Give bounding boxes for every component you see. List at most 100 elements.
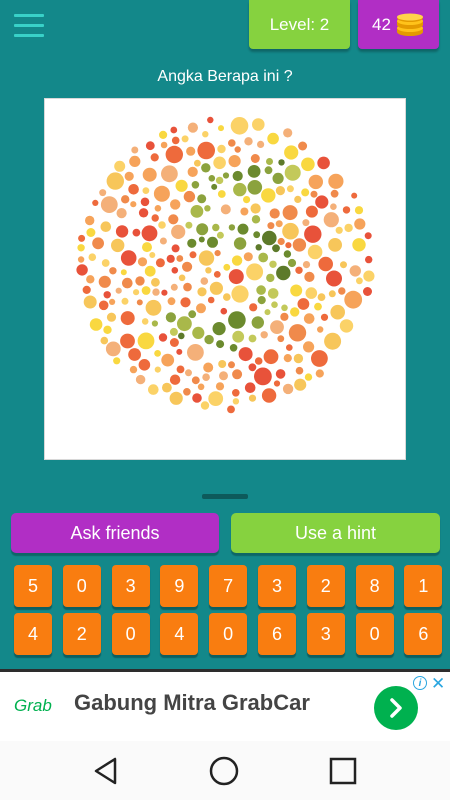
plate-dot <box>275 186 285 196</box>
back-nav-button[interactable] <box>88 753 124 789</box>
digit-key[interactable]: 2 <box>62 613 101 655</box>
plate-dot <box>109 298 116 305</box>
plate-dot <box>106 312 117 322</box>
plate-dot <box>315 369 324 378</box>
plate-dot <box>351 192 358 199</box>
recents-nav-button[interactable] <box>325 753 361 789</box>
coins-badge[interactable]: 42 <box>358 0 439 49</box>
plate-dot <box>213 271 221 278</box>
plate-dot <box>203 362 214 373</box>
plate-dot <box>217 144 226 154</box>
plate-dot <box>188 310 197 319</box>
plate-dot <box>158 333 168 342</box>
plate-dot <box>227 405 235 414</box>
plate-dot <box>267 288 279 299</box>
ask-friends-button[interactable]: Ask friends <box>11 513 219 553</box>
menu-icon[interactable] <box>14 14 44 44</box>
plate-dot <box>171 244 180 253</box>
digit-key[interactable]: 4 <box>14 613 52 655</box>
plate-dot <box>232 389 240 397</box>
use-hint-button[interactable]: Use a hint <box>231 513 440 553</box>
plate-dot <box>216 231 224 239</box>
plate-dot <box>136 299 143 306</box>
ad-banner[interactable]: Grab Gabung Mitra GrabCar i ✕ <box>0 669 450 741</box>
ad-close-icon[interactable]: ✕ <box>431 674 445 694</box>
digit-key[interactable]: 9 <box>160 565 199 607</box>
plate-dot <box>269 260 277 268</box>
plate-dot <box>276 265 291 281</box>
ad-info-icon[interactable]: i <box>413 676 427 690</box>
plate-dot <box>328 290 336 298</box>
plate-dot <box>109 267 117 275</box>
digit-key[interactable]: 3 <box>111 565 150 607</box>
plate-dot <box>171 136 180 145</box>
digit-key[interactable]: 7 <box>209 565 248 607</box>
plate-dot <box>197 383 205 391</box>
digit-key[interactable]: 1 <box>404 565 443 607</box>
plate-dot <box>207 236 218 248</box>
digit-key[interactable]: 2 <box>306 565 345 607</box>
plate-dot <box>330 189 339 198</box>
plate-dot <box>232 369 243 380</box>
plate-dot <box>288 324 307 342</box>
plate-dot <box>133 289 140 296</box>
plate-dot <box>270 320 284 334</box>
plate-dot <box>169 374 181 385</box>
plate-dot <box>286 344 293 351</box>
plate-dot <box>122 277 133 289</box>
plate-dot <box>273 380 281 387</box>
plate-dot <box>214 250 221 257</box>
plate-dot <box>248 394 257 402</box>
plate-dot <box>187 238 197 248</box>
plate-dot <box>305 205 318 218</box>
plate-dot <box>154 350 161 357</box>
plate-dot <box>217 190 226 198</box>
plate-dot <box>185 369 192 377</box>
digit-key[interactable]: 6 <box>258 613 296 655</box>
plate-dot <box>215 176 224 185</box>
plate-dot <box>212 223 220 232</box>
plate-dot <box>282 205 298 221</box>
plate-dot <box>237 223 249 235</box>
digit-key[interactable]: 3 <box>306 613 345 655</box>
digit-key[interactable]: 0 <box>209 613 248 655</box>
plate-dot <box>111 238 125 253</box>
plate-dot <box>283 354 292 363</box>
plate-dot <box>129 155 141 167</box>
plate-dot <box>138 208 149 218</box>
plate-dot <box>307 244 323 260</box>
use-hint-label: Use a hint <box>294 522 377 543</box>
digit-key[interactable]: 0 <box>355 613 394 655</box>
digit-key[interactable]: 5 <box>14 565 52 607</box>
plate-dot <box>197 194 207 204</box>
home-nav-button[interactable] <box>206 753 242 789</box>
plate-dot <box>167 297 176 306</box>
plate-dot <box>283 250 292 258</box>
plate-dot <box>249 303 258 312</box>
plate-dot <box>328 238 342 252</box>
plate-dot <box>141 318 149 325</box>
plate-dot <box>100 221 112 232</box>
plate-dot <box>228 139 236 147</box>
ad-arrow-button[interactable] <box>374 686 418 730</box>
plate-dot <box>304 271 315 282</box>
plate-dot <box>177 316 192 332</box>
plate-dot <box>228 224 236 231</box>
plate-dot <box>170 199 181 210</box>
plate-dot <box>252 118 265 131</box>
digit-key[interactable]: 0 <box>111 613 150 655</box>
plate-dot <box>148 384 159 395</box>
digit-key[interactable]: 6 <box>404 613 443 655</box>
plate-dot <box>298 141 308 151</box>
plate-dot <box>243 252 253 262</box>
plate-dot <box>290 307 300 317</box>
digit-key[interactable]: 0 <box>62 565 101 607</box>
plate-dot <box>317 156 330 170</box>
plate-dot <box>185 221 193 229</box>
plate-dot <box>317 326 324 333</box>
digit-key[interactable]: 8 <box>355 565 394 607</box>
digit-key[interactable]: 4 <box>160 613 199 655</box>
plate-dot <box>209 281 223 295</box>
plate-dot <box>183 388 191 396</box>
digit-key[interactable]: 3 <box>258 565 296 607</box>
